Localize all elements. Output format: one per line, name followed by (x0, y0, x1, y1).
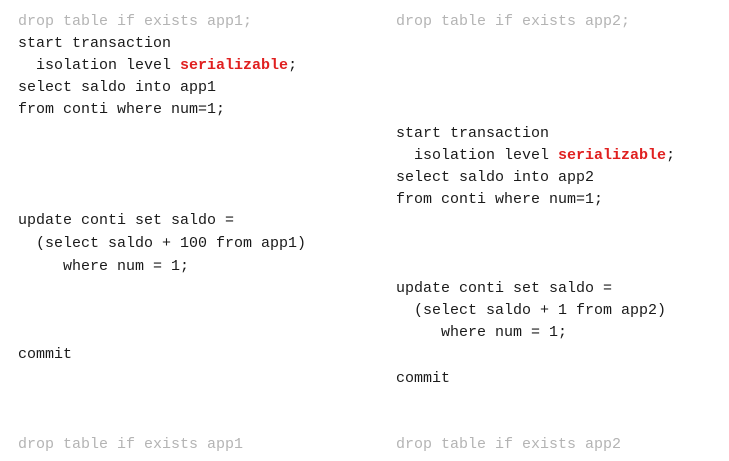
right-subselect: (select saldo + 1 from app2) (396, 302, 667, 319)
right-commit: commit (396, 370, 451, 387)
right-from-where: from conti where num=1; (396, 191, 604, 208)
left-update: update conti set saldo = (18, 212, 235, 229)
left-drop-table-bottom: drop table if exists app1 (18, 436, 244, 453)
right-serializable-keyword: serializable (558, 147, 667, 164)
left-commit: commit (18, 346, 73, 363)
right-isolation-suffix: ; (666, 147, 676, 164)
left-serializable-keyword: serializable (180, 57, 289, 74)
left-isolation-prefix: isolation level (18, 57, 181, 74)
left-from-where: from conti where num=1; (18, 101, 226, 118)
left-isolation-level: isolation level serializable; (18, 57, 297, 75)
left-where: where num = 1; (18, 258, 190, 275)
right-drop-table-bottom: drop table if exists app2 (396, 436, 622, 453)
left-start-transaction: start transaction (18, 35, 172, 52)
right-drop-table-top: drop table if exists app2; (396, 13, 631, 30)
right-select-into: select saldo into app2 (396, 169, 595, 186)
right-isolation-prefix: isolation level (396, 147, 559, 164)
left-drop-table-top: drop table if exists app1; (18, 13, 253, 30)
right-where: where num = 1; (396, 324, 568, 341)
left-subselect: (select saldo + 100 from app1) (18, 235, 307, 252)
left-isolation-suffix: ; (288, 57, 298, 74)
left-select-into: select saldo into app1 (18, 79, 217, 96)
right-update: update conti set saldo = (396, 280, 613, 297)
right-start-transaction: start transaction (396, 125, 550, 142)
right-isolation-level: isolation level serializable; (396, 147, 675, 165)
